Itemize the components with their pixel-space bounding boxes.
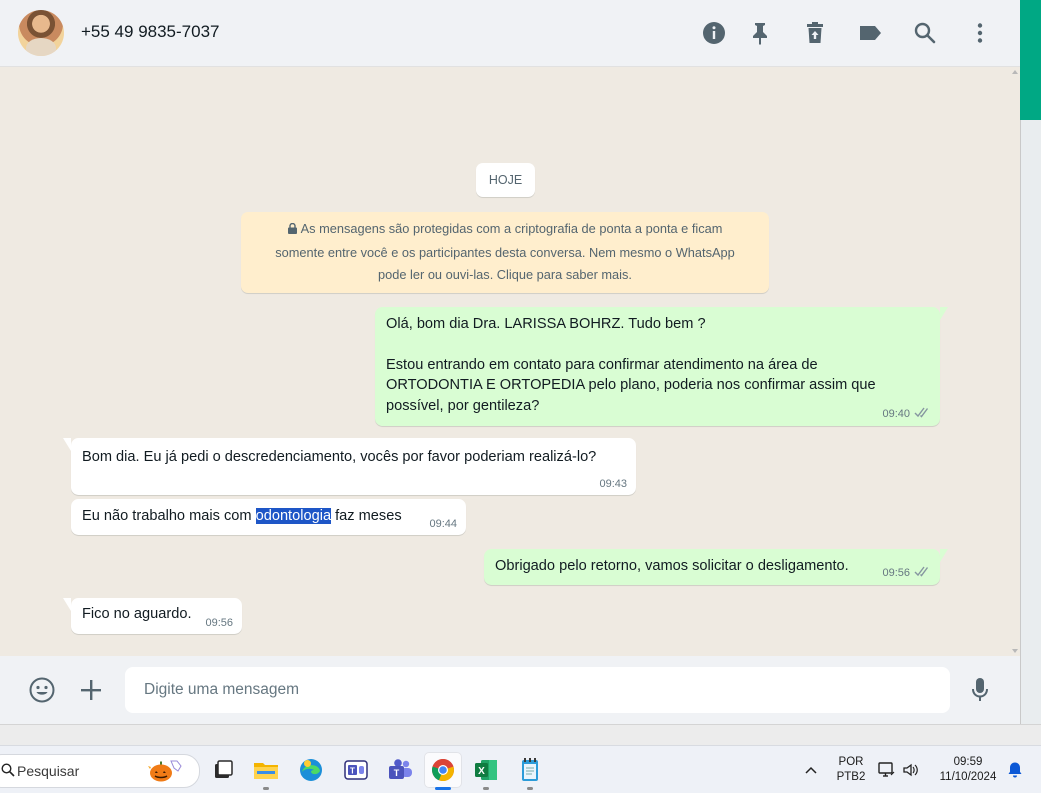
scroll-down-arrow[interactable] [1012,649,1018,653]
message-time: 09:56 [205,617,233,629]
notification-bell-icon[interactable] [1003,752,1027,788]
notepad-icon[interactable] [511,752,549,790]
message-time: 09:43 [599,478,627,490]
excel-icon[interactable]: X [467,752,505,790]
system-clock[interactable]: 09:59 11/10/2024 [932,755,1004,785]
windows-taskbar: Pesquisar T T X POR PTB2 09:59 11/10/202… [0,745,1041,793]
contact-avatar[interactable] [18,10,64,56]
message-input[interactable] [125,667,950,713]
chevron-up-icon[interactable] [797,752,825,788]
search-icon[interactable] [910,18,940,48]
outgoing-message[interactable]: Olá, bom dia Dra. LARISSA BOHRZ. Tudo be… [375,307,948,426]
taskbar-search[interactable]: Pesquisar [0,754,200,788]
microphone-icon[interactable] [965,675,995,705]
window-edge-strip [1020,0,1041,745]
app-accent-bar [1020,0,1041,120]
chrome-browser-icon[interactable] [424,752,462,790]
incoming-message[interactable]: Fico no aguardo. 09:56 [63,598,242,634]
date-separator: HOJE [476,163,535,197]
message-text: ORTODONTIA E ORTOPEDIA pelo plano, poder… [386,377,876,393]
file-explorer-icon[interactable] [247,752,285,790]
chat-header: +55 49 9835-7037 [0,0,1020,67]
attach-plus-icon[interactable] [76,675,106,705]
scroll-up-arrow[interactable] [1012,70,1018,74]
svg-text:T: T [394,768,400,778]
scrollbar[interactable] [1012,67,1020,656]
label-icon[interactable] [855,18,885,48]
search-icon [1,763,15,782]
input-language[interactable]: POR PTB2 [832,755,870,785]
message-time: 09:44 [429,518,457,530]
svg-text:T: T [350,767,355,776]
message-text: Estou entrando em contato para confirmar… [386,357,818,373]
lock-icon [287,219,297,242]
task-view-icon[interactable] [204,752,242,788]
message-text: Bom dia. Eu já pedi o descredenciamento,… [82,449,597,465]
message-text: Olá, bom dia Dra. LARISSA BOHRZ. Tudo be… [386,316,706,332]
selected-text[interactable]: odontologia [255,508,332,524]
message-text: Obrigado pelo retorno, vamos solicitar o… [495,558,849,574]
teams-icon[interactable]: T [381,752,419,788]
pin-icon[interactable] [745,18,775,48]
svg-text:X: X [478,766,485,777]
taskbar-search-placeholder: Pesquisar [17,763,80,779]
outgoing-message[interactable]: Obrigado pelo retorno, vamos solicitar o… [484,549,948,585]
message-list[interactable]: HOJE As mensagens são protegidas com a c… [0,67,1020,656]
encryption-notice[interactable]: As mensagens são protegidas com a cripto… [241,212,769,293]
contact-name[interactable]: +55 49 9835-7037 [81,22,220,42]
emoji-icon[interactable] [27,675,57,705]
message-composer [0,656,1020,724]
message-text: Fico no aguardo. [82,606,192,622]
teams-classic-icon[interactable]: T [337,752,375,788]
message-time: 09:56 [882,567,910,579]
pumpkin-icon [145,759,183,788]
incoming-message[interactable]: Bom dia. Eu já pedi o descredenciamento,… [63,438,636,495]
edge-browser-icon[interactable] [292,752,330,788]
read-ticks-icon [914,407,931,421]
message-text: Eu não trabalho mais com odontologia faz… [82,508,402,524]
network-icon[interactable] [875,752,899,788]
incoming-message[interactable]: Eu não trabalho mais com odontologia faz… [71,499,466,535]
info-icon[interactable] [699,18,729,48]
volume-icon[interactable] [899,752,923,788]
message-text: possível, por gentileza? [386,398,540,414]
delete-chat-icon[interactable] [800,18,830,48]
menu-dots-icon[interactable] [965,18,995,48]
message-time: 09:40 [882,408,910,420]
read-ticks-icon [914,566,931,580]
